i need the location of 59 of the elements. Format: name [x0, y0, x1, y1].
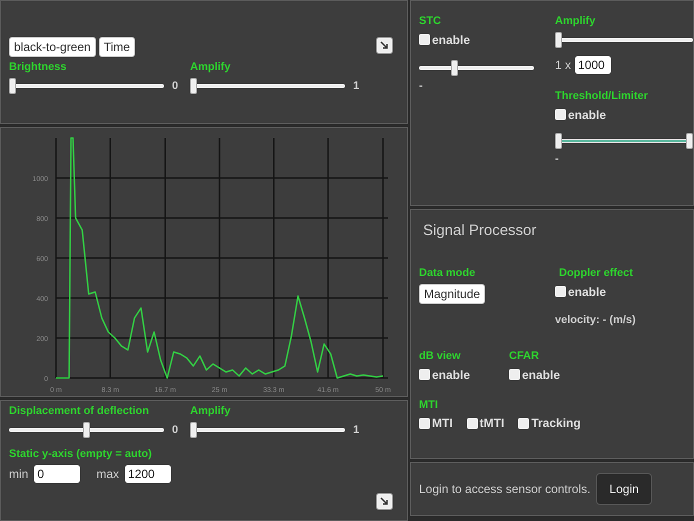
- login-button[interactable]: Login: [596, 473, 652, 505]
- mti-checkbox[interactable]: Tracking: [518, 416, 581, 430]
- dropdown[interactable]: black-to-green: [9, 37, 96, 57]
- slider[interactable]: [555, 32, 693, 48]
- slider-thumb[interactable]: [555, 32, 562, 48]
- section-label: Threshold/Limiter: [555, 90, 649, 102]
- section-label: Data mode: [419, 267, 476, 279]
- slider-thumb[interactable]: [686, 133, 693, 149]
- section-label: MTI: [419, 399, 439, 411]
- mti-checkbox[interactable]: MTI: [419, 416, 453, 430]
- field-label: min: [9, 467, 28, 481]
- enable-checkbox[interactable]: enable: [509, 368, 560, 382]
- section-label: Doppler effect: [559, 267, 634, 279]
- slider[interactable]: [190, 78, 346, 94]
- slider[interactable]: [190, 422, 346, 438]
- slider-value: -: [555, 153, 559, 165]
- slider-label: Displacement of deflection: [9, 405, 150, 417]
- slider-thumb[interactable]: [83, 422, 90, 438]
- slider[interactable]: [9, 422, 164, 438]
- enable-checkbox[interactable]: enable: [419, 368, 470, 382]
- slider-value: 1: [353, 80, 360, 92]
- slider-thumb[interactable]: [190, 78, 198, 94]
- field-label: max: [96, 467, 120, 481]
- section-label: Amplify: [555, 15, 596, 27]
- slider-label: Amplify: [190, 61, 232, 73]
- slider[interactable]: [419, 60, 534, 76]
- slider-thumb[interactable]: [9, 78, 16, 94]
- enable-checkbox[interactable]: enable: [555, 108, 606, 122]
- resize-button[interactable]: [376, 37, 393, 54]
- panel-title: Signal Processor: [423, 222, 538, 239]
- slider-thumb[interactable]: [451, 60, 458, 76]
- velocity-text: velocity: - (m/s): [555, 314, 636, 326]
- slider-value: 0: [172, 424, 178, 436]
- dropdown[interactable]: Magnitude: [419, 284, 486, 304]
- slider-value: 1: [353, 424, 360, 436]
- input-field[interactable]: 1000: [575, 56, 612, 74]
- arrow-icon: [380, 41, 389, 50]
- field-label: 1 x: [555, 58, 572, 72]
- section-label: STC: [419, 15, 442, 27]
- slider-label: Amplify: [190, 405, 232, 417]
- dropdown[interactable]: Time: [98, 37, 135, 57]
- section-label: CFAR: [509, 350, 540, 362]
- input-field[interactable]: 1200: [125, 465, 172, 483]
- arrow-icon: [380, 497, 389, 506]
- input-field[interactable]: 0: [34, 465, 80, 483]
- slider-value: 0: [172, 80, 178, 92]
- enable-checkbox[interactable]: enable: [419, 32, 470, 46]
- slider-thumb[interactable]: [190, 422, 198, 438]
- section-label: dB view: [419, 350, 462, 362]
- slider-label: Brightness: [9, 61, 68, 73]
- section-label: Static y-axis (empty = auto): [9, 448, 153, 460]
- mti-checkbox[interactable]: tMTI: [466, 416, 504, 430]
- login-message: Login to access sensor controls.: [419, 482, 590, 496]
- resize-button[interactable]: [376, 493, 393, 510]
- range-slider[interactable]: [555, 133, 693, 149]
- slider-value: -: [419, 80, 423, 92]
- slider[interactable]: [9, 78, 164, 94]
- slider-thumb[interactable]: [555, 133, 562, 149]
- enable-checkbox[interactable]: enable: [555, 284, 606, 298]
